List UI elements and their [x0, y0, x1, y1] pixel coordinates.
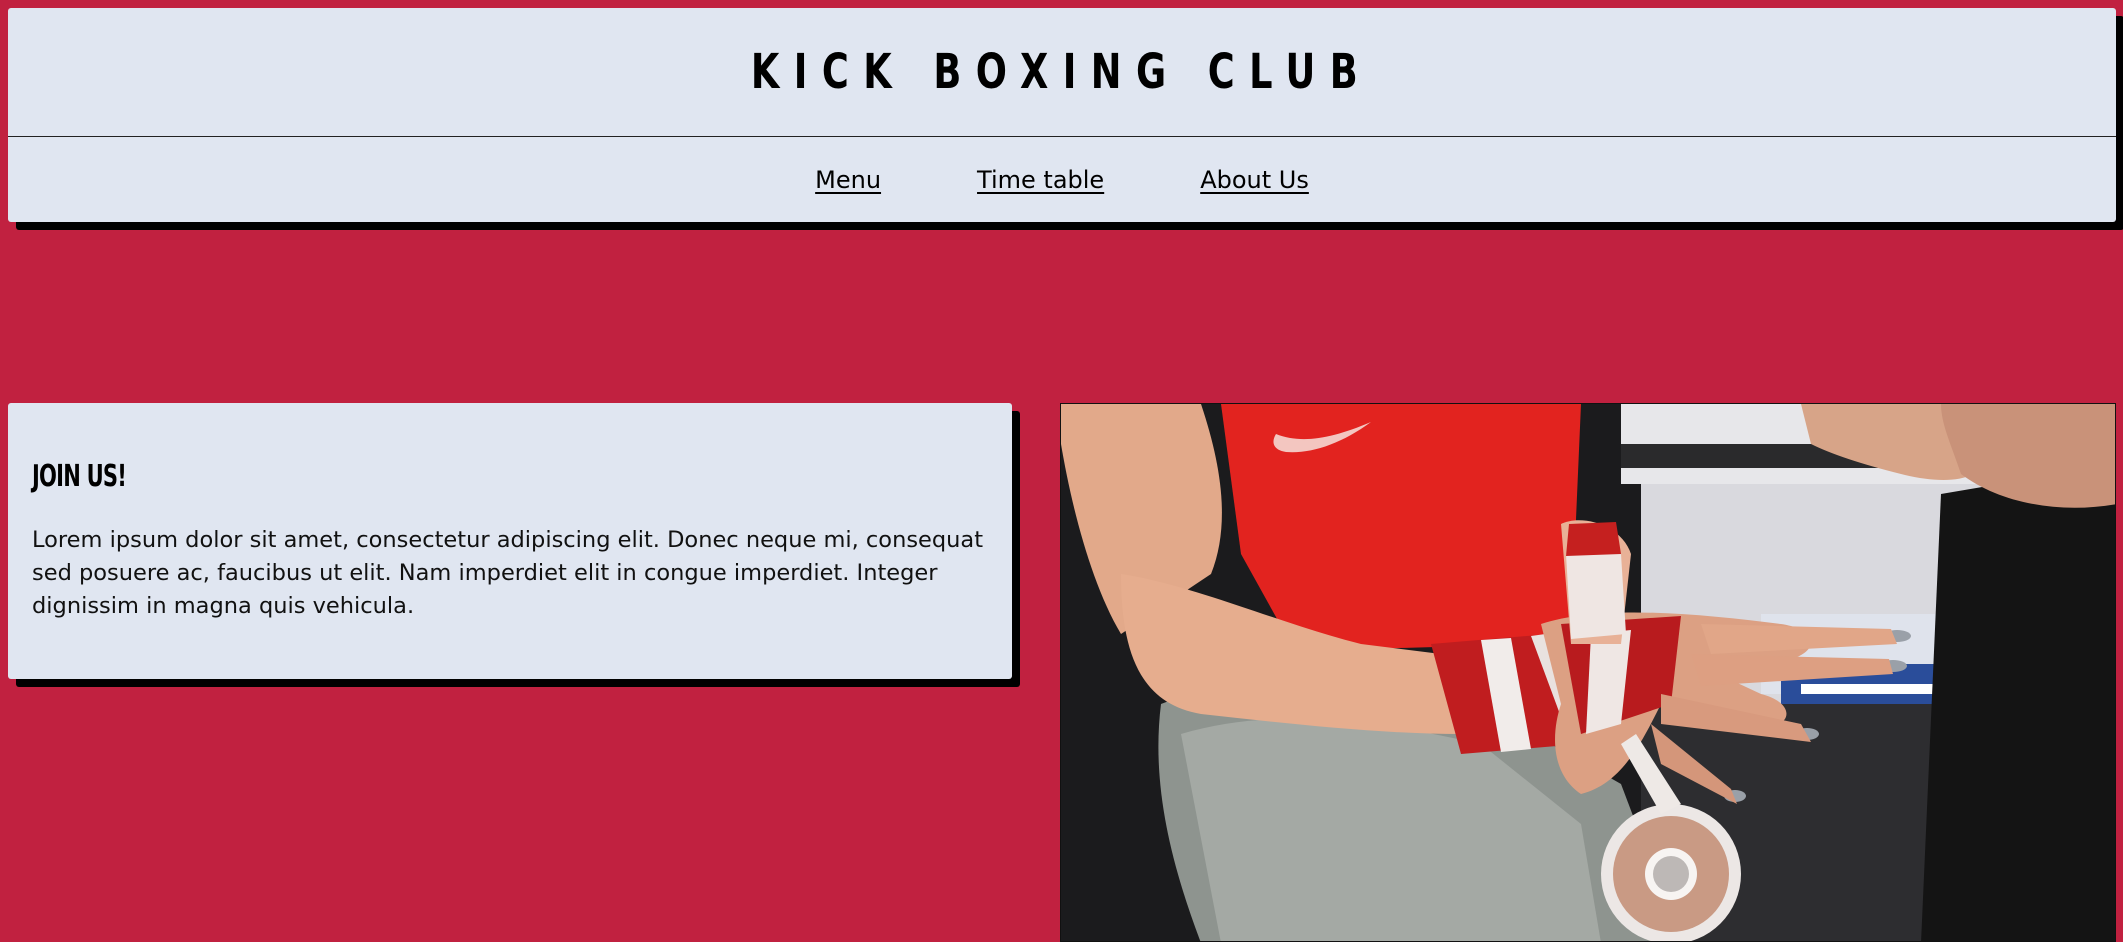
title-bar: KICK BOXING CLUB: [8, 8, 2116, 137]
boxer-photo: [1060, 403, 2116, 942]
site-title: KICK BOXING CLUB: [751, 44, 1373, 100]
join-heading: JOIN US!: [32, 459, 127, 494]
main-nav: Menu Time table About Us: [8, 137, 2116, 222]
join-text: Lorem ipsum dolor sit amet, consectetur …: [32, 527, 984, 619]
nav-link-about-us[interactable]: About Us: [1200, 166, 1309, 194]
site-header: KICK BOXING CLUB Menu Time table About U…: [8, 8, 2116, 222]
join-card: JOIN US! Lorem ipsum dolor sit amet, con…: [8, 403, 1012, 679]
nav-link-menu[interactable]: Menu: [815, 166, 881, 194]
boxer-wrapping-hands-photo-icon: [1061, 404, 2115, 941]
nav-link-time-table[interactable]: Time table: [977, 166, 1104, 194]
